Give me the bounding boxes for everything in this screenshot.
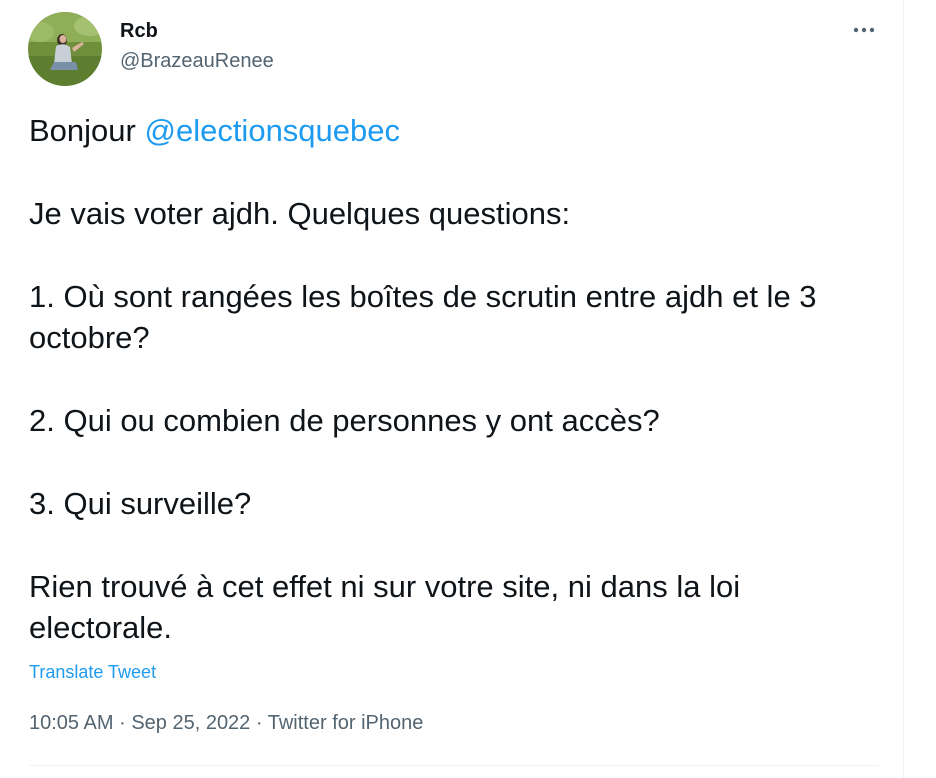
meta-separator: ·: [255, 712, 263, 734]
tweet-paragraph: 3. Qui surveille?: [29, 486, 252, 521]
tweet-paragraph: Je vais voter ajdh. Quelques questions:: [29, 196, 571, 231]
tweet-source[interactable]: Twitter for iPhone: [268, 712, 424, 734]
more-horizontal-icon: [853, 27, 875, 33]
tweet-time[interactable]: 10:05 AM: [29, 712, 114, 734]
tweet-paragraph: Rien trouvé à cet effet ni sur votre sit…: [29, 569, 741, 645]
greeting-text: Bonjour: [29, 113, 136, 148]
tweet-paragraph: 2. Qui ou combien de personnes y ont acc…: [29, 403, 660, 438]
mention-link[interactable]: @electionsquebec: [144, 113, 400, 148]
tweet-date[interactable]: Sep 25, 2022: [131, 712, 250, 734]
tweet-paragraph: 1. Où sont rangées les boîtes de scrutin…: [29, 279, 817, 355]
meta-separator: ·: [119, 712, 126, 734]
avatar-photo: [28, 12, 102, 86]
translate-tweet-link[interactable]: Translate Tweet: [29, 660, 156, 684]
avatar[interactable]: [28, 12, 102, 86]
author-handle[interactable]: @BrazeauRenee: [120, 48, 274, 74]
divider: [29, 765, 879, 766]
tweet-text: Bonjour @electionsquebec Je vais voter a…: [29, 110, 889, 648]
more-options-button[interactable]: [846, 18, 882, 42]
author-display-name[interactable]: Rcb: [120, 18, 158, 44]
tweet-metadata: 10:05 AM · Sep 25, 2022 · Twitter for iP…: [29, 709, 423, 737]
tweet-card: Rcb @BrazeauRenee Bonjour @electionsqueb…: [0, 0, 904, 778]
tweet-paragraph-greeting: Bonjour @electionsquebec: [29, 110, 889, 151]
